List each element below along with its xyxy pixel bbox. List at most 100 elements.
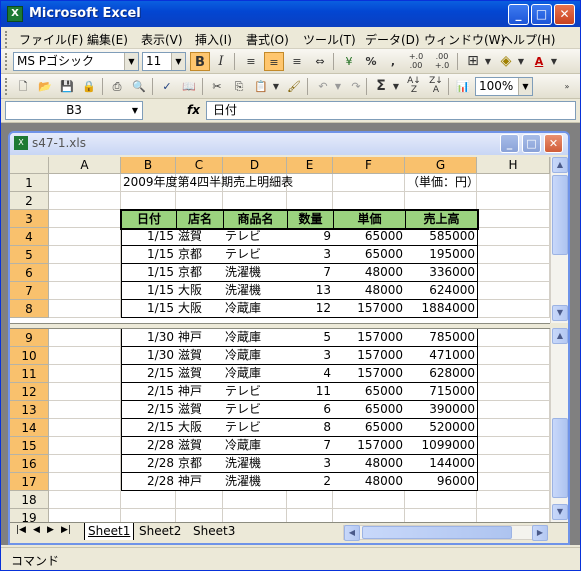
table-data-cell[interactable]: 滋賀 <box>176 401 224 419</box>
grid-cell[interactable] <box>49 329 121 347</box>
table-data-cell[interactable]: 144000 <box>405 455 478 473</box>
grid-cell[interactable] <box>176 491 223 509</box>
select-all-corner[interactable] <box>10 157 49 174</box>
table-data-cell[interactable]: 大阪 <box>176 282 224 300</box>
insert-function-button[interactable]: fx <box>187 103 200 117</box>
merge-center-icon[interactable]: ⇔ <box>310 52 330 71</box>
spreadsheet-grid[interactable]: A B C D E F G H 1 2 3 4 5 6 7 8 9 10 11 12 13 14 15 16 17 18 19 200… <box>10 157 550 522</box>
chevron-down-icon[interactable]: ▼ <box>549 52 559 71</box>
paste-icon[interactable]: 📋 <box>251 77 271 96</box>
sort-ascending-icon[interactable]: A↓ Z <box>404 77 424 96</box>
column-header-g[interactable]: G <box>405 157 477 174</box>
table-data-cell[interactable]: 48000 <box>333 455 406 473</box>
table-data-cell[interactable]: 1/15 <box>121 300 177 318</box>
grid-cell[interactable] <box>49 300 121 318</box>
table-data-cell[interactable]: 12 <box>287 300 334 318</box>
menu-help[interactable]: ヘルプ(H) <box>501 31 555 48</box>
table-data-cell[interactable]: 神戸 <box>176 329 224 347</box>
menu-data[interactable]: データ(D) <box>365 31 420 48</box>
tab-sheet3[interactable]: Sheet3 <box>190 523 238 540</box>
table-data-cell[interactable]: 冷蔵庫 <box>223 329 288 347</box>
table-data-cell[interactable]: 785000 <box>405 329 478 347</box>
chevron-down-icon[interactable]: ▼ <box>333 77 343 96</box>
percent-button[interactable]: % <box>361 52 381 71</box>
grid-cell[interactable] <box>477 401 550 419</box>
grid-cell[interactable] <box>49 383 121 401</box>
grid-cell[interactable] <box>49 473 121 491</box>
row-header-19[interactable]: 19 <box>10 509 49 522</box>
grid-cell[interactable] <box>477 192 550 210</box>
table-data-cell[interactable]: 2/15 <box>121 383 177 401</box>
table-data-cell[interactable]: 2/28 <box>121 437 177 455</box>
grid-cell[interactable] <box>49 210 121 228</box>
decrease-decimal-button[interactable]: .00 +.0 <box>431 52 453 71</box>
table-data-cell[interactable]: 7 <box>287 437 334 455</box>
scroll-thumb[interactable] <box>552 418 568 498</box>
prev-sheet-icon[interactable]: ◀ <box>33 525 40 535</box>
last-sheet-icon[interactable]: ▶| <box>61 525 71 535</box>
grid-cell[interactable] <box>49 246 121 264</box>
table-data-cell[interactable]: 冷蔵庫 <box>223 437 288 455</box>
table-data-cell[interactable]: 520000 <box>405 419 478 437</box>
grid-cell[interactable] <box>49 282 121 300</box>
table-data-cell[interactable]: 157000 <box>333 329 406 347</box>
grid-cell[interactable] <box>477 300 550 318</box>
minimize-button[interactable]: _ <box>508 4 529 25</box>
grid-cell[interactable] <box>49 419 121 437</box>
workbook-icon[interactable]: X <box>14 136 28 150</box>
pane-split-bar[interactable] <box>10 323 550 329</box>
table-data-cell[interactable]: 157000 <box>333 365 406 383</box>
bold-button[interactable]: B <box>190 52 210 71</box>
row-header-16[interactable]: 16 <box>10 455 49 473</box>
grid-cell[interactable] <box>49 264 121 282</box>
table-data-cell[interactable]: 65000 <box>333 246 406 264</box>
column-header-b[interactable]: B <box>121 157 176 174</box>
chevron-down-icon[interactable]: ▼ <box>171 53 185 70</box>
grid-cell[interactable] <box>49 192 121 210</box>
table-data-cell[interactable]: 3 <box>287 347 334 365</box>
table-data-cell[interactable]: 390000 <box>405 401 478 419</box>
table-data-cell[interactable]: 京都 <box>176 264 224 282</box>
toolbar-options-icon[interactable]: » <box>561 77 573 96</box>
grid-cell[interactable] <box>405 491 477 509</box>
grid-cell[interactable] <box>333 192 405 210</box>
grid-cell[interactable] <box>477 437 550 455</box>
table-data-cell[interactable]: 65000 <box>333 401 406 419</box>
table-data-cell[interactable]: 冷蔵庫 <box>223 347 288 365</box>
vertical-scrollbar-top[interactable]: ▲ ▼ <box>550 157 568 323</box>
table-data-cell[interactable]: 628000 <box>405 365 478 383</box>
table-data-cell[interactable]: 京都 <box>176 455 224 473</box>
column-header-d[interactable]: D <box>223 157 287 174</box>
grid-cell[interactable] <box>49 365 121 383</box>
menubar-grip[interactable] <box>5 31 8 48</box>
menu-format[interactable]: 書式(O) <box>246 31 289 48</box>
table-data-cell[interactable]: 2/15 <box>121 401 177 419</box>
table-data-cell[interactable]: 9 <box>287 228 334 246</box>
grid-cell[interactable] <box>176 192 223 210</box>
grid-cell[interactable] <box>477 228 550 246</box>
first-sheet-icon[interactable]: |◀ <box>16 525 26 535</box>
print-preview-icon[interactable]: 🔍 <box>129 77 149 96</box>
borders-icon[interactable]: ⊞ <box>463 52 483 71</box>
column-header-e[interactable]: E <box>287 157 333 174</box>
column-header-c[interactable]: C <box>176 157 223 174</box>
maximize-button[interactable]: □ <box>531 4 552 25</box>
table-data-cell[interactable]: 洗濯機 <box>223 282 288 300</box>
table-data-cell[interactable]: 2/15 <box>121 365 177 383</box>
row-header-9[interactable]: 9 <box>10 329 49 347</box>
align-left-icon[interactable]: ≡ <box>241 52 261 71</box>
row-header-7[interactable]: 7 <box>10 282 49 300</box>
grid-cell[interactable] <box>333 174 405 192</box>
table-data-cell[interactable]: 48000 <box>333 264 406 282</box>
table-data-cell[interactable]: 7 <box>287 264 334 282</box>
comma-button[interactable]: , <box>383 52 403 71</box>
grid-cell[interactable] <box>477 246 550 264</box>
grid-cell[interactable] <box>477 383 550 401</box>
grid-cell[interactable] <box>333 491 405 509</box>
table-data-cell[interactable]: 1099000 <box>405 437 478 455</box>
research-icon[interactable]: 📖 <box>179 77 199 96</box>
spelling-icon[interactable]: ✓ <box>157 77 177 96</box>
row-header-10[interactable]: 10 <box>10 347 49 365</box>
table-data-cell[interactable]: 6 <box>287 401 334 419</box>
grid-cell[interactable] <box>223 509 287 522</box>
